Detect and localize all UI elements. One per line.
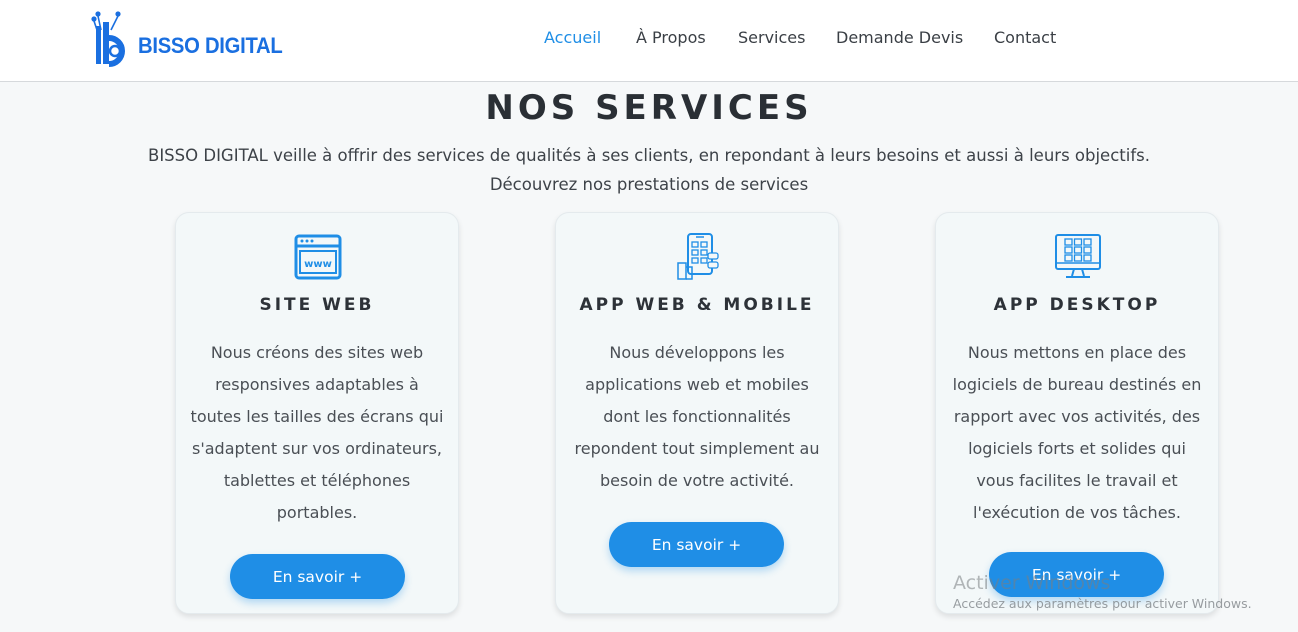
card-description: Nous développons les applications web et… — [574, 343, 820, 490]
desktop-monitor-icon — [1055, 234, 1101, 278]
main-nav: Accueil À Propos Services Demande Devis … — [0, 28, 1298, 52]
card-title: APP WEB & MOBILE — [579, 295, 815, 315]
nav-item-contact[interactable]: Contact — [994, 28, 1056, 47]
service-card-app-desktop: APP DESKTOP Nous mettons en place des lo… — [935, 212, 1219, 614]
mobile-app-icon — [677, 233, 719, 280]
intro-line-1: BISSO DIGITAL veille à offrir des servic… — [148, 146, 1150, 165]
site-header: BISSO DIGITAL Accueil À Propos Services … — [0, 0, 1298, 82]
learn-more-button-app-web-mobile[interactable]: En savoir + — [609, 522, 784, 567]
nav-item-a-propos[interactable]: À Propos — [636, 28, 706, 47]
intro-line-2: Découvrez nos prestations de services — [489, 175, 809, 194]
nav-item-accueil[interactable]: Accueil — [544, 28, 601, 47]
card-description: Nous créons des sites web responsives ad… — [190, 343, 444, 522]
learn-more-button-app-desktop[interactable]: En savoir + — [989, 552, 1164, 597]
nav-item-demande-devis[interactable]: Demande Devis — [836, 28, 963, 47]
section-title: NOS SERVICES — [485, 88, 813, 128]
card-title: SITE WEB — [259, 295, 375, 315]
service-card-app-web-mobile: APP WEB & MOBILE Nous développons les ap… — [555, 212, 839, 614]
learn-more-button-site-web[interactable]: En savoir + — [230, 554, 405, 599]
card-title: APP DESKTOP — [993, 295, 1161, 315]
section-intro: BISSO DIGITAL veille à offrir des servic… — [0, 141, 1298, 199]
service-card-site-web: www SITE WEB Nous créons des sites web r… — [175, 212, 459, 614]
svg-text:www: www — [304, 259, 332, 270]
card-description: Nous mettons en place des logiciels de b… — [952, 343, 1202, 522]
www-browser-icon: www — [294, 234, 342, 280]
nav-item-services[interactable]: Services — [738, 28, 805, 47]
